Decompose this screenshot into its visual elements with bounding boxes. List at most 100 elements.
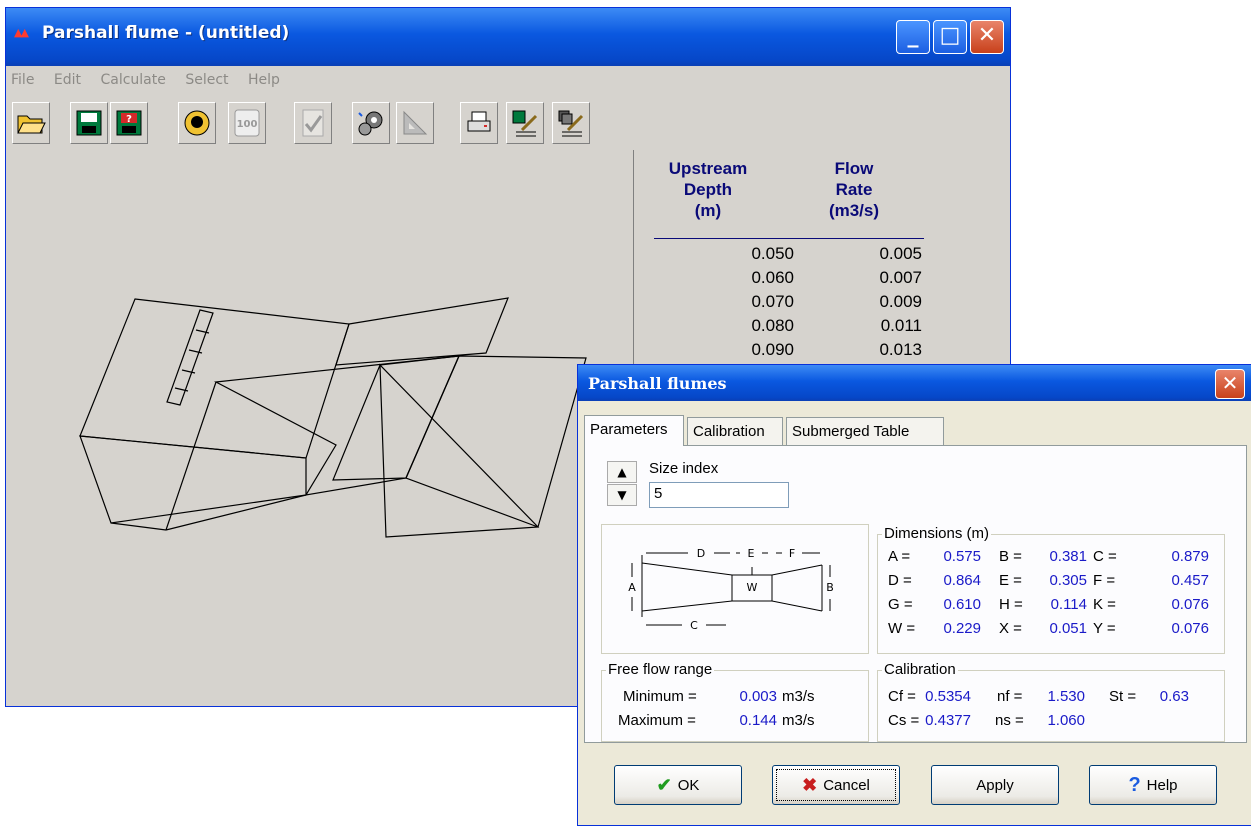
nf-value: 1.530 [1047,688,1085,705]
gears-icon[interactable] [352,102,390,144]
ns-value: 1.060 [1047,712,1085,729]
menu-help[interactable]: Help [248,72,280,88]
save-as-floppy-icon[interactable]: ? [110,102,148,144]
apply-button[interactable]: Apply [931,765,1059,805]
free-flow-range-group: Free flow range [601,661,869,742]
speed-limit-icon[interactable]: 100 [228,102,266,144]
minimum-value: 0.003 [739,688,777,705]
checklist-icon[interactable] [294,102,332,144]
flow-cell: 0.005 [879,244,922,263]
size-index-label: Size index [649,460,719,477]
dim-value: 0.114 [1050,596,1087,613]
help-label: Help [1146,776,1178,794]
maximum-unit: m3/s [782,712,815,729]
dim-label: F = [1093,572,1116,589]
cancel-label: Cancel [823,776,870,794]
dim-value: 0.575 [943,548,981,565]
dialog-close-button[interactable]: ✕ [1215,369,1245,399]
x-cancel-icon: ✖ [802,774,818,795]
dim-label: A = [888,548,911,565]
cf-value: 0.5354 [925,688,971,705]
flow-cell: 0.013 [879,340,922,359]
close-button[interactable]: ✕ [970,20,1004,54]
dim-label: K = [1093,596,1116,613]
minimum-unit: m3/s [782,688,815,705]
maximize-button[interactable]: □ [933,20,967,54]
flow-cell: 0.009 [879,292,922,311]
dialog-title-bar[interactable]: Parshall flumes ✕ [578,365,1251,401]
flume-plan-diagram: D E F A W B C [601,524,869,654]
dimensions-title: Dimensions (m) [882,525,992,542]
cs-label: Cs = [888,712,920,729]
dim-value: 0.879 [1171,548,1209,565]
menu-bar: File Edit Calculate Select Help [6,66,1010,94]
dim-value: 0.864 [943,572,981,589]
st-label: St = [1109,688,1137,705]
diagram-label-c: C [690,619,698,632]
diagram-label-a: A [628,581,636,594]
diagram-label-b: B [826,581,834,594]
check-icon: ✔ [656,774,672,795]
dim-label: Y = [1093,620,1116,637]
dialog-title: Parshall flumes [588,374,727,393]
menu-calculate[interactable]: Calculate [100,72,165,88]
calibration-title: Calibration [882,661,958,678]
depth-cell: 0.070 [751,292,794,311]
calibration-group: Calibration [877,661,1225,742]
diagram-label-d: D [697,547,705,560]
dim-label: X = [999,620,1022,637]
dim-label: G = [888,596,913,613]
tab-submerged-table[interactable]: Submerged Table [786,417,944,445]
tab-calibration[interactable]: Calibration [687,417,783,445]
title-bar[interactable]: ▲▲ Parshall flume - (untitled) _ □ ✕ [6,8,1010,66]
depth-cell: 0.060 [751,268,794,287]
dim-value: 0.076 [1171,620,1209,637]
header-divider [654,238,924,239]
col-header-upstream-depth: Upstream Depth (m) [668,159,748,220]
dim-value: 0.457 [1171,572,1209,589]
tab-parameters[interactable]: Parameters [584,415,684,446]
minimize-button[interactable]: _ [896,20,930,54]
menu-file[interactable]: File [11,72,34,88]
dim-label: C = [1093,548,1117,565]
svg-text:?: ? [126,114,132,125]
save-floppy-icon[interactable] [70,102,108,144]
menu-select[interactable]: Select [185,72,228,88]
parshall-flumes-dialog: Parshall flumes ✕ Parameters Calibration… [577,364,1251,826]
cs-value: 0.4377 [925,712,971,729]
st-value: 0.63 [1159,688,1189,705]
size-index-down-button[interactable]: ▼ [607,484,637,506]
printer-icon[interactable] [460,102,498,144]
question-icon: ? [1128,773,1141,796]
dim-value: 0.229 [943,620,981,637]
dim-label: B = [999,548,1022,565]
minimum-label: Minimum = [623,688,697,705]
app-logo-icon: ▲▲ [14,26,29,39]
ok-button[interactable]: ✔ OK [614,765,742,805]
size-index-up-button[interactable]: ▲ [607,461,637,483]
cancel-button[interactable]: ✖ Cancel [772,765,900,805]
tape-measure-icon[interactable] [178,102,216,144]
parameters-page: ▲ ▼ Size index 5 D E F A W B C Dimension… [584,445,1247,743]
edit-save-icon[interactable] [506,102,544,144]
flow-cell: 0.007 [879,268,922,287]
maximum-label: Maximum = [618,712,696,729]
dim-label: E = [999,572,1022,589]
triangle-ruler-icon[interactable] [396,102,434,144]
dim-value: 0.381 [1049,548,1087,565]
edit-copy-icon[interactable] [552,102,590,144]
help-button[interactable]: ? Help [1089,765,1217,805]
svg-text:100: 100 [237,119,258,130]
window-title: Parshall flume - (untitled) [42,23,290,43]
cf-label: Cf = [888,688,916,705]
open-folder-icon[interactable] [12,102,50,144]
dim-label: H = [999,596,1023,613]
menu-edit[interactable]: Edit [54,72,81,88]
size-index-input[interactable]: 5 [649,482,789,508]
depth-cell: 0.050 [751,244,794,263]
dim-value: 0.305 [1049,572,1087,589]
dim-value: 0.610 [943,596,981,613]
flume-3d-drawing [79,297,587,538]
flume-plan-svg: D E F A W B C [628,547,834,632]
size-index-value: 5 [654,485,663,502]
